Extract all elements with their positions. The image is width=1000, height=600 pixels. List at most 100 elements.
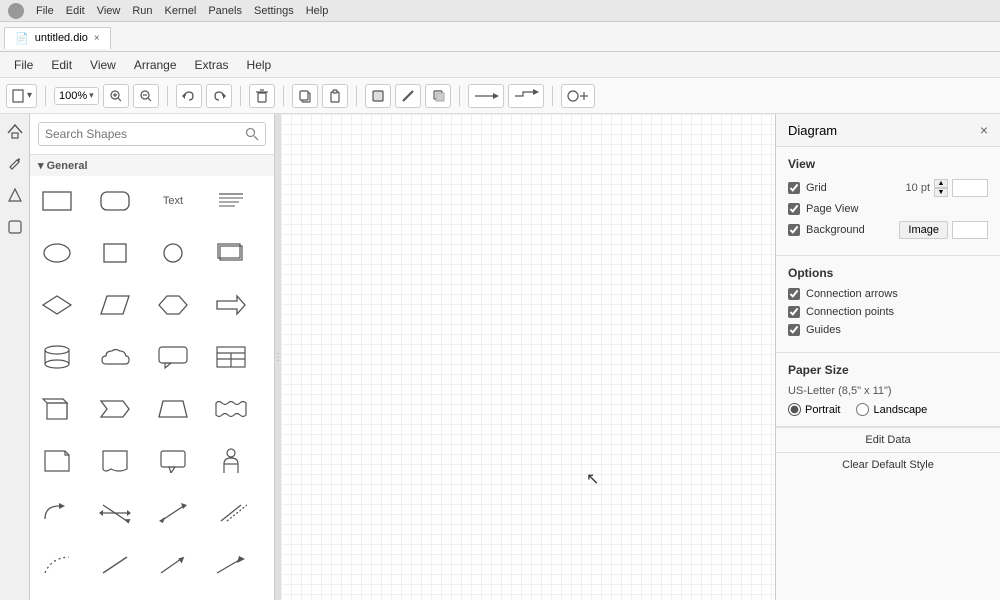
shape-arrow-line[interactable] — [154, 546, 192, 584]
shape-diagonal-arrow[interactable] — [154, 494, 192, 532]
menu-view[interactable]: View — [82, 55, 124, 75]
zoom-in-button[interactable] — [103, 84, 129, 108]
sep-5 — [356, 86, 357, 106]
landscape-radio[interactable] — [856, 403, 869, 416]
os-menu-view[interactable]: View — [97, 5, 121, 17]
shape-cylinder[interactable] — [38, 338, 76, 376]
grid-spinner[interactable]: ▲ ▼ — [934, 179, 948, 197]
waypoint-style-icon — [513, 89, 539, 103]
grid-color-box[interactable] — [952, 179, 988, 197]
shape-trapezoid[interactable] — [154, 390, 192, 428]
shape-square[interactable] — [96, 234, 134, 272]
shape-cloud[interactable] — [96, 338, 134, 376]
sidebar-icon-home[interactable] — [4, 120, 26, 142]
zoom-out-button[interactable] — [133, 84, 159, 108]
sidebar-icon-pencil[interactable] — [4, 152, 26, 174]
menu-extras[interactable]: Extras — [187, 55, 237, 75]
clear-default-style-link[interactable]: Clear Default Style — [776, 452, 1000, 477]
shape-rounded-rectangle[interactable] — [96, 182, 134, 220]
shape-dotted-line[interactable] — [38, 546, 76, 584]
shape-diagonal-line[interactable] — [212, 494, 250, 532]
shape-rectangle[interactable] — [38, 182, 76, 220]
shape-arrow-right-line[interactable] — [212, 546, 250, 584]
connection-arrows-checkbox[interactable] — [788, 288, 800, 300]
redo-button[interactable] — [206, 84, 232, 108]
shape-slash[interactable] — [96, 546, 134, 584]
shape-bidirectional-arrow[interactable] — [96, 494, 134, 532]
os-menu-file[interactable]: File — [36, 5, 54, 17]
menu-edit[interactable]: Edit — [43, 55, 80, 75]
menu-file[interactable]: File — [6, 55, 41, 75]
connection-style-button[interactable] — [468, 84, 504, 108]
image-button[interactable]: Image — [899, 221, 948, 239]
background-color-box[interactable] — [952, 221, 988, 239]
file-tab[interactable]: 📄 untitled.dio × — [4, 27, 111, 49]
os-menu-edit[interactable]: Edit — [66, 5, 85, 17]
portrait-option[interactable]: Portrait — [788, 403, 840, 416]
fill-color-button[interactable] — [365, 84, 391, 108]
grid-spin-up[interactable]: ▲ — [934, 179, 948, 188]
shape-curved-arrow[interactable] — [38, 494, 76, 532]
page-dropdown-button[interactable]: ▾ — [6, 84, 37, 108]
edit-data-link[interactable]: Edit Data — [776, 427, 1000, 452]
shape-arrow-right[interactable] — [212, 286, 250, 324]
shape-shadow-box[interactable] — [212, 234, 250, 272]
shape-document[interactable] — [96, 442, 134, 480]
app-menu: File Edit View Arrange Extras Help — [0, 52, 1000, 78]
waypoint-style-button[interactable] — [508, 84, 544, 108]
os-menu-kernel[interactable]: Kernel — [165, 5, 197, 17]
shape-circle[interactable] — [154, 234, 192, 272]
guides-checkbox[interactable] — [788, 324, 800, 336]
shape-text[interactable]: Text — [154, 182, 192, 220]
background-checkbox[interactable] — [788, 224, 800, 236]
shape-wave-banner[interactable] — [212, 390, 250, 428]
canvas-area[interactable]: ↖ — [281, 114, 775, 600]
shadow-button[interactable] — [425, 84, 451, 108]
shape-person[interactable] — [212, 442, 250, 480]
search-bar[interactable] — [38, 122, 266, 146]
line-color-button[interactable] — [395, 84, 421, 108]
menu-help[interactable]: Help — [239, 55, 280, 75]
shape-parallelogram[interactable] — [96, 286, 134, 324]
delete-button[interactable] — [249, 84, 275, 108]
zoom-selector[interactable]: 100% ▾ — [54, 87, 99, 105]
grid-value: 10 pt — [906, 182, 930, 194]
os-menu-settings[interactable]: Settings — [254, 5, 294, 17]
page-view-checkbox[interactable] — [788, 203, 800, 215]
landscape-label: Landscape — [873, 404, 927, 416]
tab-close-button[interactable]: × — [94, 33, 100, 44]
shapes-grid: Text — [30, 176, 274, 600]
connection-points-checkbox[interactable] — [788, 306, 800, 318]
shape-note[interactable] — [212, 182, 250, 220]
portrait-radio[interactable] — [788, 403, 801, 416]
shape-folded-page[interactable] — [38, 442, 76, 480]
paper-size-section: Paper Size US-Letter (8,5" x 11") Portra… — [776, 353, 1000, 427]
sidebar-icon-link[interactable] — [4, 216, 26, 238]
insert-button[interactable] — [561, 84, 595, 108]
shape-diamond[interactable] — [38, 286, 76, 324]
sidebar-icon-shapes[interactable] — [4, 184, 26, 206]
paste-button[interactable] — [322, 84, 348, 108]
panel-close-button[interactable]: × — [980, 122, 988, 138]
os-menu-help[interactable]: Help — [306, 5, 329, 17]
undo-button[interactable] — [176, 84, 202, 108]
shape-cube[interactable] — [38, 390, 76, 428]
shape-hexagon[interactable] — [154, 286, 192, 324]
shape-chevron[interactable] — [96, 390, 134, 428]
grid-checkbox[interactable] — [788, 182, 800, 194]
os-menu-run[interactable]: Run — [132, 5, 152, 17]
shape-table[interactable] — [212, 338, 250, 376]
shape-ellipse[interactable] — [38, 234, 76, 272]
guides-label: Guides — [806, 324, 841, 336]
zoom-in-icon — [110, 90, 122, 102]
search-input[interactable] — [45, 127, 241, 141]
menu-arrange[interactable]: Arrange — [126, 55, 185, 75]
shape-callout[interactable] — [154, 442, 192, 480]
copy-button[interactable] — [292, 84, 318, 108]
tab-icon: 📄 — [15, 32, 29, 45]
general-section-header[interactable]: ▾ General — [30, 154, 274, 176]
shape-speech-bubble[interactable] — [154, 338, 192, 376]
landscape-option[interactable]: Landscape — [856, 403, 927, 416]
grid-spin-down[interactable]: ▼ — [934, 188, 948, 197]
os-menu-panels[interactable]: Panels — [208, 5, 242, 17]
